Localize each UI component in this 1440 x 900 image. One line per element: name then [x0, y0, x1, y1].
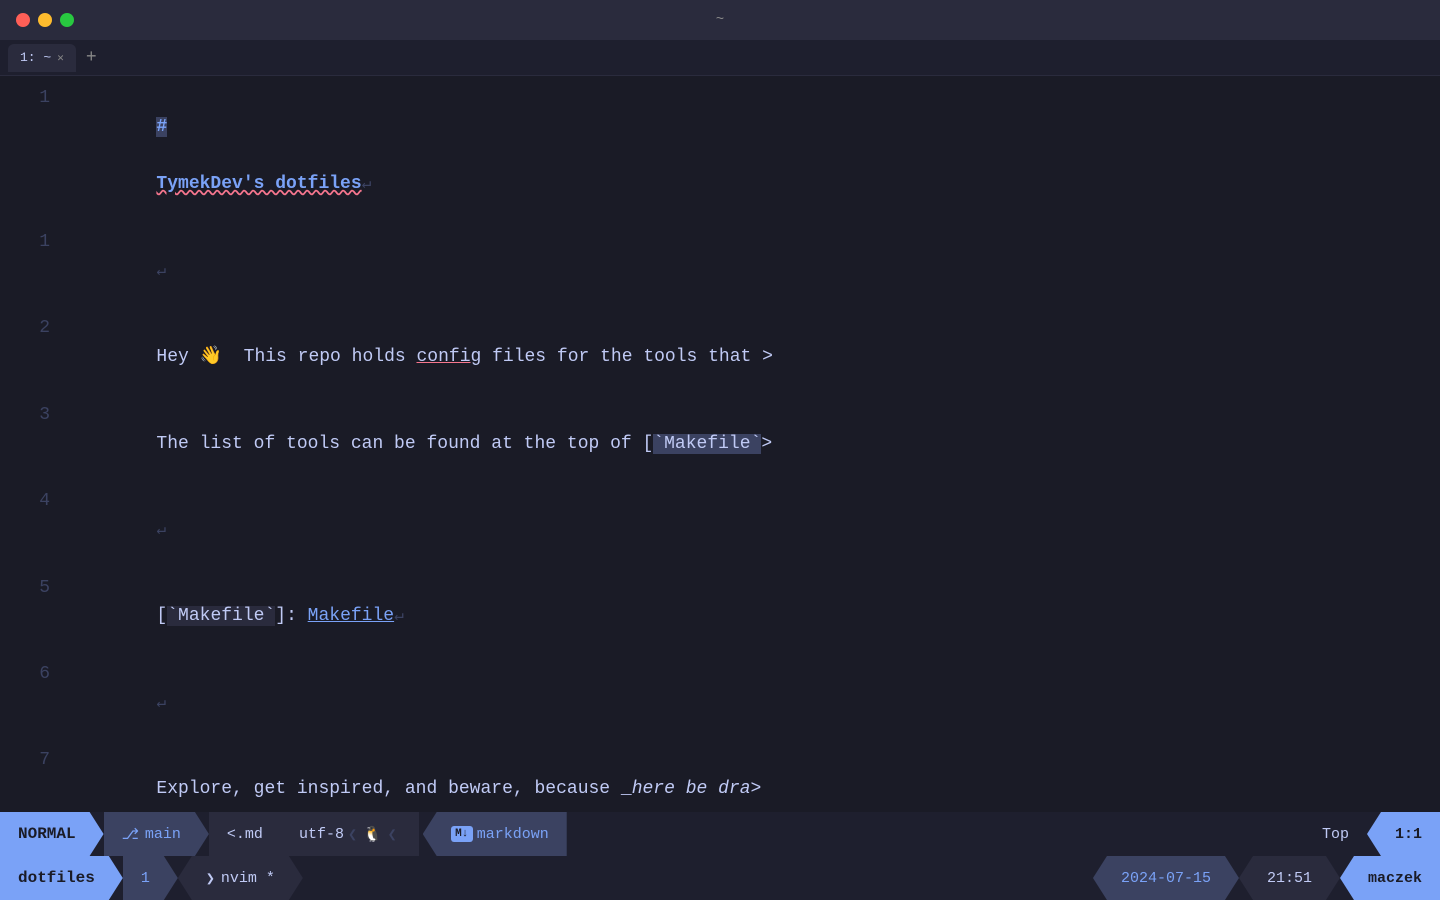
h1-content: TymekDev's dotfiles [156, 174, 361, 194]
editor-content: 1 # TymekDev's dotfiles↵ 1 ↵ 2 Hey 👋 Thi… [0, 76, 1440, 812]
tab-close-icon[interactable]: ✕ [57, 51, 64, 65]
chevron-left-1: ❮ [348, 825, 357, 844]
close-button[interactable] [16, 13, 30, 27]
filetype-segment: M↓ markdown [423, 812, 567, 856]
branch-segment: ⎇ main [104, 812, 209, 856]
mode-label: NORMAL [18, 825, 76, 843]
position-top-label: Top [1322, 826, 1349, 843]
line-content-4: ↵ [70, 487, 1440, 573]
line-3: 3 The list of tools can be found at the … [0, 401, 1440, 487]
window-number: 1 [123, 856, 178, 900]
line-empty-1: 1 ↵ [0, 228, 1440, 314]
file-ext: <.md [227, 826, 263, 843]
branch-name: main [145, 826, 181, 843]
date-segment: 2024-07-15 [1093, 856, 1239, 900]
time-label: 21:51 [1267, 870, 1312, 887]
encoding-label: utf-8 [299, 826, 344, 843]
line-number-e1: 1 [0, 228, 70, 257]
eol-1: ↵ [362, 175, 372, 193]
process-label: nvim * [221, 870, 275, 887]
encoding-segment: utf-8 ❮ 🐧 ❮ [281, 812, 419, 856]
line-content-7: Explore, get inspired, and beware, becau… [70, 746, 1440, 812]
bottom-spacer [303, 856, 1093, 900]
bottombar: dotfiles 1 ❯ nvim * 2024-07-15 21:51 mac… [0, 856, 1440, 900]
maximize-button[interactable] [60, 13, 74, 27]
time-segment: 21:51 [1239, 856, 1340, 900]
line-number-7: 7 [0, 746, 70, 775]
line-2: 2 Hey 👋 This repo holds config files for… [0, 314, 1440, 400]
session-name: dotfiles [0, 856, 123, 900]
line-7: 7 Explore, get inspired, and beware, bec… [0, 746, 1440, 812]
file-segment: <.md [209, 812, 281, 856]
filetype-label: markdown [477, 826, 549, 843]
linux-icon: 🐧 [363, 825, 382, 844]
tab-add-button[interactable]: + [80, 48, 103, 68]
line-number-3: 3 [0, 401, 70, 430]
line-number-4: 4 [0, 487, 70, 516]
chevron-left-2: ❮ [388, 825, 397, 844]
cursor-pos-label: 1:1 [1395, 826, 1422, 843]
line-5: 5 [`Makefile`]: Makefile↵ [0, 574, 1440, 660]
tabbar: 1: ~ ✕ + [0, 40, 1440, 76]
line-number-1: 1 [0, 84, 70, 113]
tab-label: 1: ~ [20, 50, 51, 65]
spacer [567, 812, 1304, 856]
line-4: 4 ↵ [0, 487, 1440, 573]
line-content-6: ↵ [70, 660, 1440, 746]
traffic-lights [16, 13, 74, 27]
line-6: 6 ↵ [0, 660, 1440, 746]
line-content-1: # TymekDev's dotfiles↵ [70, 84, 1440, 228]
branch-icon: ⎇ [122, 825, 139, 844]
line-content-5: [`Makefile`]: Makefile↵ [70, 574, 1440, 660]
eol-6: ↵ [156, 694, 166, 712]
eol-4: ↵ [156, 521, 166, 539]
titlebar-title: ~ [716, 12, 724, 28]
line-content-e1: ↵ [70, 228, 1440, 314]
h1-marker: # [156, 117, 167, 137]
editor: 1 # TymekDev's dotfiles↵ 1 ↵ 2 Hey 👋 Thi… [0, 76, 1440, 812]
makefile-link: Makefile [308, 606, 394, 626]
eol-5: ↵ [394, 607, 404, 625]
arrow-label: ❯ [206, 869, 215, 888]
window-num-label: 1 [141, 870, 150, 887]
line-number-2: 2 [0, 314, 70, 343]
cursor-position: 1:1 [1367, 812, 1440, 856]
minimize-button[interactable] [38, 13, 52, 27]
tab-1[interactable]: 1: ~ ✕ [8, 44, 76, 72]
md-icon: M↓ [451, 826, 473, 842]
session-label: dotfiles [18, 869, 95, 887]
eol-e1: ↵ [156, 262, 166, 280]
line-content-3: The list of tools can be found at the to… [70, 401, 1440, 487]
line-number-6: 6 [0, 660, 70, 689]
date-label: 2024-07-15 [1121, 870, 1211, 887]
user-segment: maczek [1340, 856, 1440, 900]
statusline: NORMAL ⎇ main <.md utf-8 ❮ 🐧 ❮ M↓ markdo… [0, 812, 1440, 856]
user-label: maczek [1368, 870, 1422, 887]
mode-indicator: NORMAL [0, 812, 104, 856]
position-top: Top [1304, 812, 1367, 856]
process-segment: ❯ nvim * [178, 856, 303, 900]
line-content-2: Hey 👋 This repo holds config files for t… [70, 314, 1440, 400]
titlebar: ~ [0, 0, 1440, 40]
line-number-5: 5 [0, 574, 70, 603]
line-1: 1 # TymekDev's dotfiles↵ [0, 84, 1440, 228]
